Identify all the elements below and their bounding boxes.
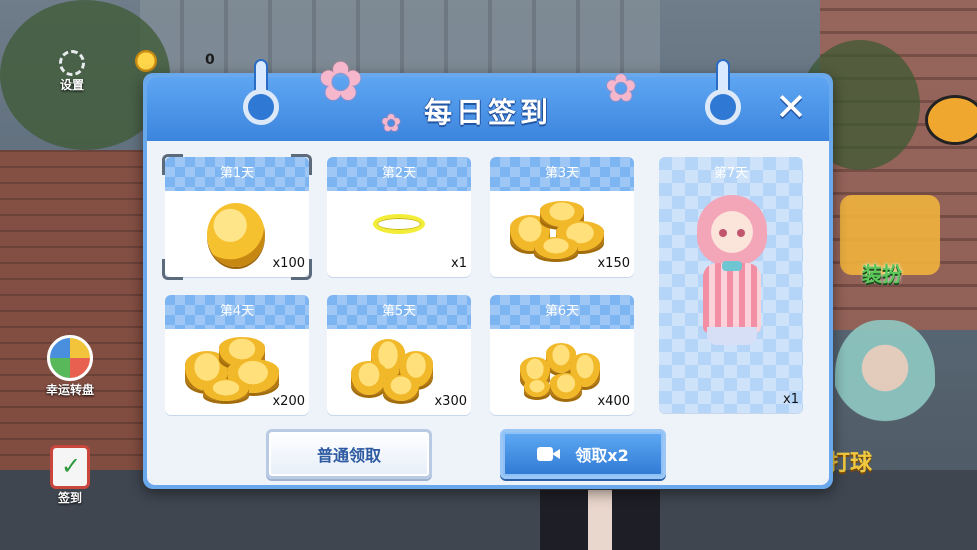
reward-tile-day-2[interactable]: 第2天 x1 bbox=[327, 157, 471, 277]
reward-tile-day-7[interactable]: 第7天 x1 bbox=[659, 157, 803, 413]
side-character-icon bbox=[835, 320, 935, 440]
reward-day-label: 第4天 bbox=[165, 295, 309, 329]
reward-quantity: x200 bbox=[272, 394, 305, 409]
reward-quantity: x1 bbox=[783, 392, 799, 407]
lucky-wheel-label: 幸运转盘 bbox=[45, 383, 94, 397]
double-claim-button[interactable]: 领取x2 bbox=[500, 429, 666, 479]
double-claim-label: 领取x2 bbox=[575, 446, 629, 465]
reward-quantity: x300 bbox=[434, 394, 467, 409]
settings-button[interactable]: 设置 bbox=[50, 50, 94, 93]
scene-brick-wall bbox=[0, 150, 150, 470]
lucky-wheel-button[interactable]: 幸运转盘 bbox=[35, 335, 105, 398]
player-character-legs bbox=[540, 490, 660, 550]
reward-day-label: 第3天 bbox=[490, 157, 634, 191]
gold-coin-icon bbox=[207, 203, 265, 267]
sakura-flower-icon: ✿ bbox=[318, 50, 364, 113]
reward-day-label: 第6天 bbox=[490, 295, 634, 329]
gear-icon bbox=[59, 50, 85, 76]
daily-checkin-dialog: 每日签到 ✕ 第1天 x100 第2天 x1 第3天 x150 第4天 x200… bbox=[143, 55, 833, 489]
character-outfit-icon bbox=[697, 195, 767, 345]
side-event-button[interactable]: 打球 bbox=[828, 445, 872, 477]
equip-button[interactable]: 装扮 bbox=[862, 258, 902, 287]
reward-day-label: 第1天 bbox=[165, 157, 309, 191]
sakura-flower-icon: ✿ bbox=[381, 109, 402, 137]
checkin-icon bbox=[50, 445, 90, 489]
gold-ring-icon bbox=[373, 214, 425, 234]
close-button[interactable]: ✕ bbox=[771, 87, 811, 127]
reward-day-label: 第5天 bbox=[327, 295, 471, 329]
settings-label: 设置 bbox=[59, 78, 84, 92]
normal-claim-button[interactable]: 普通领取 bbox=[266, 429, 432, 479]
reward-quantity: x400 bbox=[597, 394, 630, 409]
normal-claim-label: 普通领取 bbox=[316, 446, 381, 465]
reward-quantity: x150 bbox=[597, 256, 630, 271]
reward-quantity: x100 bbox=[272, 256, 305, 271]
binder-ring-icon bbox=[243, 59, 279, 125]
reward-day-label: 第2天 bbox=[327, 157, 471, 191]
reward-tile-day-6[interactable]: 第6天 x400 bbox=[490, 295, 634, 415]
reward-day-label: 第7天 bbox=[713, 166, 749, 181]
right-badge-icon[interactable] bbox=[925, 95, 977, 145]
reward-tile-day-3[interactable]: 第3天 x150 bbox=[490, 157, 634, 277]
checkin-button[interactable]: 签到 bbox=[40, 445, 100, 506]
coin-counter: 0 bbox=[205, 52, 215, 68]
sakura-flower-icon: ✿ bbox=[605, 66, 637, 110]
dialog-body: 每日签到 ✕ 第1天 x100 第2天 x1 第3天 x150 第4天 x200… bbox=[147, 77, 829, 485]
reward-tile-day-5[interactable]: 第5天 x300 bbox=[327, 295, 471, 415]
reward-tile-day-1[interactable]: 第1天 x100 bbox=[165, 157, 309, 277]
coin-icon bbox=[135, 50, 157, 72]
checkin-label: 签到 bbox=[57, 491, 82, 505]
video-camera-icon bbox=[537, 446, 561, 462]
reward-tile-day-4[interactable]: 第4天 x200 bbox=[165, 295, 309, 415]
reward-quantity: x1 bbox=[451, 256, 467, 271]
lucky-wheel-icon bbox=[47, 335, 93, 381]
binder-ring-icon bbox=[705, 59, 741, 125]
